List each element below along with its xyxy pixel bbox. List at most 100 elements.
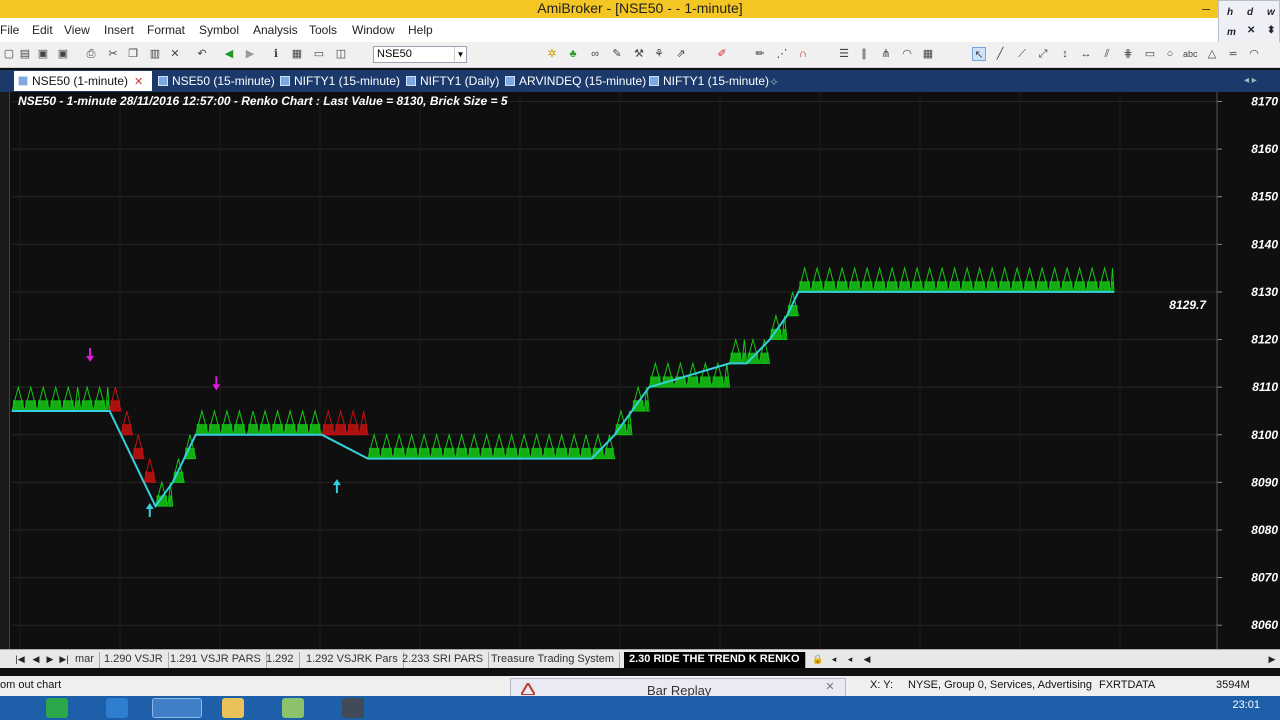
y-tick-label: 8100 bbox=[1251, 428, 1278, 442]
up-brick-fill bbox=[381, 447, 392, 459]
y-tick-label: 8150 bbox=[1251, 190, 1278, 204]
sheet-menu2-icon[interactable]: ◂ bbox=[844, 652, 856, 667]
up-brick-fill bbox=[468, 447, 480, 459]
app-icon[interactable] bbox=[282, 698, 304, 718]
up-brick-fill bbox=[986, 281, 998, 292]
excel-icon[interactable] bbox=[46, 698, 68, 718]
y-tick-label: 8130 bbox=[1251, 285, 1278, 299]
up-brick-fill bbox=[1086, 281, 1098, 292]
buy-arrow bbox=[145, 502, 154, 517]
up-brick-fill bbox=[581, 447, 591, 459]
up-brick-fill bbox=[393, 447, 405, 459]
last-value-label: 8129.7 bbox=[1169, 298, 1207, 312]
up-brick-fill bbox=[700, 376, 711, 388]
up-brick-fill bbox=[949, 281, 960, 292]
up-brick-fill bbox=[418, 447, 430, 459]
down-brick-fill bbox=[145, 471, 155, 483]
up-brick-fill bbox=[75, 400, 80, 411]
y-tick-label: 8080 bbox=[1251, 523, 1278, 537]
up-brick-fill bbox=[431, 447, 442, 459]
up-brick-fill bbox=[81, 400, 93, 411]
y-tick-label: 8110 bbox=[1252, 380, 1278, 394]
up-brick-fill bbox=[1111, 281, 1114, 292]
sell-arrow bbox=[212, 376, 221, 391]
tool-icon[interactable] bbox=[342, 698, 364, 718]
up-brick-fill bbox=[309, 424, 321, 435]
status-source: FXRTDATA bbox=[1099, 679, 1156, 691]
up-brick-fill bbox=[493, 447, 505, 459]
down-brick-fill bbox=[360, 424, 367, 435]
up-brick-fill bbox=[1074, 281, 1085, 292]
sheet-tab[interactable]: 1.291 VSJR PARS bbox=[165, 652, 267, 668]
up-brick-fill bbox=[712, 376, 724, 388]
formula-sheet-bar: |◀ ◀ ▶ ▶| mar 1.290 VSJR 1.291 VSJR PARS… bbox=[0, 649, 1280, 668]
up-brick-fill bbox=[1099, 281, 1110, 292]
sheet-tab[interactable]: 2.233 SRI PARS bbox=[397, 652, 490, 668]
up-brick-fill bbox=[443, 447, 455, 459]
up-brick-fill bbox=[605, 447, 614, 459]
up-brick-fill bbox=[628, 424, 631, 435]
up-brick-fill bbox=[799, 281, 810, 292]
up-brick-fill bbox=[849, 281, 860, 292]
up-brick-fill bbox=[531, 447, 542, 459]
up-brick-fill bbox=[836, 281, 848, 292]
up-brick-fill bbox=[221, 424, 233, 435]
y-tick-label: 8140 bbox=[1251, 237, 1278, 251]
up-brick-fill bbox=[25, 400, 36, 411]
lock-icon[interactable]: 🔒 bbox=[812, 652, 824, 667]
amibroker-taskbar-icon[interactable] bbox=[152, 698, 202, 718]
last-sheet-icon[interactable]: ▶| bbox=[58, 652, 70, 667]
status-message: om out chart bbox=[0, 679, 62, 691]
internet-explorer-icon[interactable] bbox=[106, 698, 128, 718]
up-brick-fill bbox=[568, 447, 580, 459]
sheet-tab[interactable]: mar bbox=[70, 652, 100, 668]
up-brick-fill bbox=[234, 424, 245, 435]
up-brick-fill bbox=[1036, 281, 1048, 292]
sheet-tab[interactable]: 1.290 VSJR bbox=[99, 652, 169, 668]
folder-icon[interactable] bbox=[222, 698, 244, 718]
renko-chart[interactable]: 8170 8160 8150 8140 8130 8120 8110 8100 8090 8080… bbox=[0, 0, 1280, 720]
up-brick-fill bbox=[824, 281, 835, 292]
status-memory: 3594M bbox=[1216, 679, 1250, 691]
up-brick-fill bbox=[961, 281, 973, 292]
down-brick-fill bbox=[335, 424, 346, 435]
up-brick-fill bbox=[899, 281, 910, 292]
up-brick-fill bbox=[783, 328, 786, 340]
scroll-right-icon[interactable]: ▶ bbox=[1266, 652, 1278, 667]
up-brick-fill bbox=[406, 447, 417, 459]
down-brick-fill bbox=[110, 400, 121, 411]
prev-sheet-icon[interactable]: ◀ bbox=[30, 652, 42, 667]
sheet-tab[interactable]: 1.292 VSJRK Pars bbox=[301, 652, 404, 668]
up-brick-fill bbox=[63, 400, 74, 411]
next-sheet-icon[interactable]: ▶ bbox=[44, 652, 56, 667]
up-brick-fill bbox=[974, 281, 985, 292]
sheet-menu-icon[interactable]: ◂ bbox=[828, 652, 840, 667]
y-tick-label: 8070 bbox=[1251, 571, 1278, 585]
sheet-tab[interactable]: 1.292 bbox=[261, 652, 300, 668]
up-brick-fill bbox=[999, 281, 1010, 292]
amibroker-logo-icon bbox=[521, 683, 535, 695]
up-brick-fill bbox=[297, 424, 308, 435]
up-brick-fill bbox=[936, 281, 948, 292]
scroll-left-icon[interactable]: ◀ bbox=[861, 652, 873, 667]
stop-line bbox=[12, 290, 1115, 509]
sheet-tab[interactable]: Treasure Trading System bbox=[486, 652, 621, 668]
y-tick-label: 8090 bbox=[1251, 475, 1278, 489]
up-brick-fill bbox=[506, 447, 517, 459]
up-brick-fill bbox=[106, 400, 109, 411]
up-brick-fill bbox=[760, 352, 769, 364]
up-brick-fill bbox=[284, 424, 296, 435]
up-brick-fill bbox=[730, 352, 741, 364]
close-icon[interactable]: ✕ bbox=[823, 681, 837, 694]
up-brick-fill bbox=[368, 447, 380, 459]
up-brick-fill bbox=[38, 400, 49, 411]
down-brick-fill bbox=[322, 424, 334, 435]
y-tick-label: 8170 bbox=[1251, 95, 1278, 109]
sheet-tab-active[interactable]: 2.30 RIDE THE TREND K RENKO bbox=[624, 652, 806, 668]
up-brick-fill bbox=[687, 376, 699, 388]
first-sheet-icon[interactable]: |◀ bbox=[14, 652, 26, 667]
up-brick-fill bbox=[1024, 281, 1035, 292]
up-brick-fill bbox=[456, 447, 467, 459]
up-brick-fill bbox=[811, 281, 823, 292]
up-brick-fill bbox=[272, 424, 283, 435]
